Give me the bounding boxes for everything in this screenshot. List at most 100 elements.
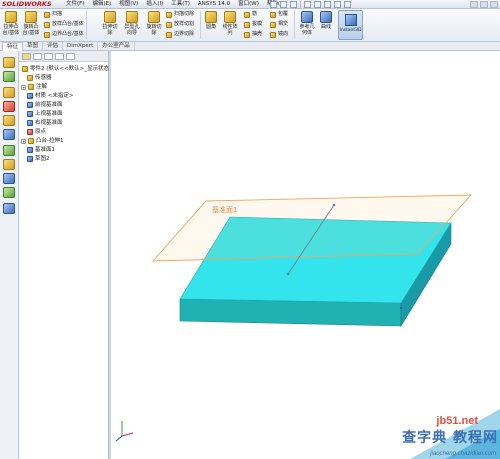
circle-icon[interactable] [3, 115, 15, 126]
tree-item-material[interactable]: 材质 <未指定> [27, 92, 73, 100]
trim-icon[interactable] [3, 159, 15, 170]
ribbon-divider [200, 11, 201, 39]
relations-icon[interactable] [3, 187, 15, 198]
tab-features[interactable]: 特征 [2, 42, 24, 51]
maximize-icon[interactable] [480, 1, 488, 8]
tree-item-origin[interactable]: 原点 [27, 128, 46, 136]
tab-sketch[interactable]: 草图 [23, 42, 44, 51]
draft-button[interactable]: 拔模 [244, 21, 262, 28]
menu-window[interactable]: 窗口(W) [234, 0, 263, 9]
tree-item-top-plane[interactable]: 上视基准面 [27, 110, 63, 118]
linear-pattern-button[interactable]: 线性阵 列 [220, 11, 240, 36]
rebuild-icon[interactable] [334, 1, 341, 8]
tab-evaluate[interactable]: 评估 [43, 42, 64, 51]
tree-item-plane1[interactable]: 基准面1 [27, 146, 55, 154]
tree-item-annotations[interactable]: + 注解 [21, 83, 47, 91]
watermark-url: jiaocheng.chazidian.com [430, 451, 496, 457]
fillet-button[interactable]: 圆角 [204, 11, 218, 30]
extrude-boss-button[interactable]: 拉伸凸 台/基体 [2, 11, 20, 36]
sensor-icon [27, 75, 33, 81]
shell-button[interactable]: 抽壳 [244, 31, 262, 38]
box-front-face[interactable] [179, 298, 402, 327]
extrude-cut-button[interactable]: 拉伸切 除 [100, 11, 120, 36]
curves-icon [320, 11, 332, 23]
rib-icon [244, 11, 250, 18]
graphics-area[interactable]: 基准面1 jb51.net 查字典 教程网 jiaocheng.chazidia… [111, 51, 500, 459]
close-icon[interactable] [490, 1, 498, 8]
menu-insert[interactable]: 插入(I) [142, 0, 167, 9]
expand-icon[interactable]: + [21, 138, 26, 144]
menu-tools[interactable]: 工具(T) [167, 0, 194, 9]
rib-button[interactable]: 筋 [244, 11, 257, 18]
annotation-icon [28, 84, 34, 90]
revolve-cut-button[interactable]: 旋转切 除 [144, 11, 164, 36]
boundary-boss-icon [44, 31, 50, 38]
loft-boss-button[interactable]: 放样凸台/基体 [44, 21, 84, 28]
menu-view[interactable]: 视图(V) [115, 0, 142, 9]
wrap-button[interactable]: 包覆 [270, 11, 288, 18]
spline-icon[interactable] [3, 145, 15, 156]
feature-manager-tab-icon[interactable] [22, 53, 31, 60]
configuration-manager-tab-icon[interactable] [44, 53, 53, 60]
swept-cut-button[interactable]: 扫描切除 [166, 11, 194, 18]
tree-root-part[interactable]: 零件2 (默认<<默认>_显示状态 [22, 65, 109, 73]
sketch-endpoint[interactable] [286, 272, 290, 276]
swept-cut-icon [166, 11, 172, 18]
print-icon[interactable] [304, 1, 311, 8]
mirror-button[interactable]: 镜向 [270, 31, 288, 38]
tab-office-products[interactable]: 办公室产品 [98, 42, 135, 51]
app-logo[interactable]: SOLIDWORKS [2, 0, 52, 9]
tree-item-right-plane[interactable]: 右视基准面 [27, 119, 63, 127]
rectangle-icon[interactable] [3, 101, 15, 112]
save-icon[interactable] [290, 1, 297, 8]
options-icon[interactable] [344, 1, 351, 8]
feature-manager-tree: 零件2 (默认<<默认>_显示状态 传感器 + 注解 材质 <未指定> 前视基准面… [19, 51, 109, 459]
origin-icon [27, 129, 33, 135]
hole-wizard-button[interactable]: 异型孔 向导 [122, 11, 142, 36]
toolbar-divider [300, 1, 301, 8]
draft-icon [244, 21, 250, 28]
smart-dimension-icon[interactable] [3, 71, 15, 82]
tab-dimxpert[interactable]: DimXpert [63, 42, 99, 51]
new-icon[interactable] [270, 1, 277, 8]
menu-bar: 文件(F) 编辑(E) 视图(V) 插入(I) 工具(T) ANSYS 14.0… [62, 0, 290, 9]
watermark-site: jb51.net [436, 415, 478, 427]
open-icon[interactable] [280, 1, 287, 8]
boundary-cut-button[interactable]: 边界切除 [166, 31, 194, 38]
minimize-icon[interactable] [470, 1, 478, 8]
menu-file[interactable]: 文件(F) [62, 0, 88, 9]
tree-item-boss-extrude[interactable]: + 凸台-拉伸1 [21, 137, 63, 145]
select-icon[interactable] [324, 1, 331, 8]
intersect-button[interactable]: 相交 [270, 21, 288, 28]
tree-item-sketch2[interactable]: 草图2 [27, 155, 50, 163]
sketch-endpoint[interactable] [332, 203, 336, 207]
boundary-boss-button[interactable]: 边界凸台/基体 [44, 31, 84, 38]
menu-ansys[interactable]: ANSYS 14.0 [194, 0, 234, 9]
part-icon [22, 66, 28, 72]
curves-button[interactable]: 曲线 [318, 11, 334, 30]
sweep-button[interactable]: 扫描 [44, 11, 62, 18]
revolve-boss-button[interactable]: 旋转凸 台/基体 [22, 11, 40, 36]
dimxpert-manager-tab-icon[interactable] [55, 53, 64, 60]
plane-icon [27, 147, 33, 153]
ribbon-divider [294, 11, 295, 39]
reference-geometry-button[interactable]: 参考几 何体 [297, 11, 317, 36]
expand-icon[interactable]: + [21, 84, 26, 90]
quick-snaps-icon[interactable] [3, 203, 15, 214]
ribbon-divider [86, 11, 87, 39]
property-manager-tab-icon[interactable] [33, 53, 42, 60]
mirror-entities-icon[interactable] [3, 173, 15, 184]
arc-icon[interactable] [3, 129, 15, 140]
lofted-cut-button[interactable]: 放样切割 [166, 21, 194, 28]
line-icon[interactable] [3, 87, 15, 98]
tree-item-sensors[interactable]: 传感器 [27, 74, 52, 82]
instant3d-button[interactable]: Instant3D [338, 10, 363, 40]
lofted-cut-icon [166, 21, 172, 28]
menu-edit[interactable]: 编辑(E) [88, 0, 115, 9]
revolve-cut-icon [148, 11, 160, 23]
sketch-icon[interactable] [3, 57, 15, 68]
display-manager-tab-icon[interactable] [66, 53, 75, 60]
undo-icon[interactable] [314, 1, 321, 8]
tree-item-front-plane[interactable]: 前视基准面 [27, 101, 63, 109]
shell-icon [244, 31, 250, 38]
